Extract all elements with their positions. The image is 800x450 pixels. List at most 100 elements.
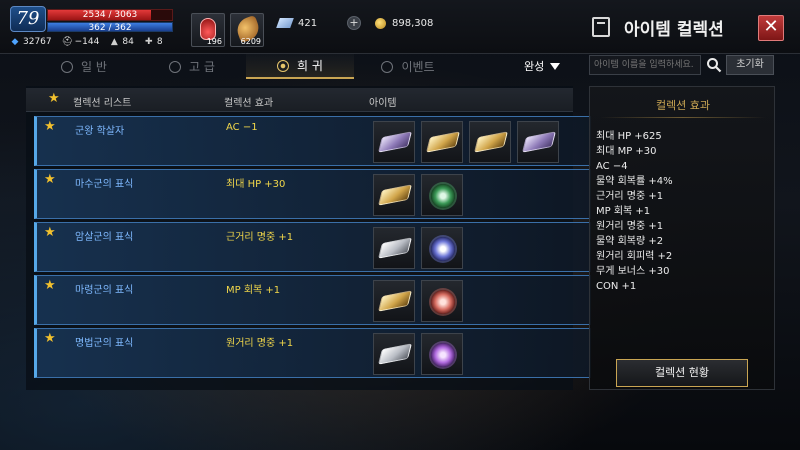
effect-item: CON +1 bbox=[596, 281, 637, 292]
reset-button[interactable]: 초기화 bbox=[726, 55, 774, 75]
sort-label: 완성 bbox=[524, 60, 545, 73]
item-slot[interactable] bbox=[421, 174, 463, 216]
medal-icon bbox=[277, 59, 290, 72]
gold-plate-icon bbox=[377, 184, 413, 206]
effect-list: 최대 HP +625 최대 MP +30 AC −4 물약 회복률 +4% 근거… bbox=[596, 129, 673, 294]
divider bbox=[600, 117, 766, 118]
stat-value: −144 bbox=[74, 37, 100, 47]
tab-event[interactable]: 이벤트 bbox=[354, 54, 462, 79]
item-slot[interactable] bbox=[373, 280, 415, 322]
item-slots bbox=[373, 121, 559, 163]
stat-gem: ◆ 32767 bbox=[10, 36, 52, 48]
favorite-star-icon[interactable]: ★ bbox=[44, 120, 56, 133]
stat-value: 32767 bbox=[23, 37, 52, 47]
collection-row[interactable]: ★ 암살군의 표식 근거리 명중 +1 bbox=[34, 222, 591, 272]
tab-advanced[interactable]: 고 급 bbox=[138, 54, 246, 79]
red-gear-icon bbox=[431, 290, 455, 314]
favorite-star-icon[interactable]: ★ bbox=[44, 226, 56, 239]
item-slot[interactable] bbox=[517, 121, 559, 163]
stat-value: 8 bbox=[156, 37, 163, 47]
gold-coin-icon bbox=[375, 17, 386, 29]
collection-effect-panel: 컬렉션 효과 최대 HP +625 최대 MP +30 AC −4 물약 회복률… bbox=[589, 86, 775, 390]
add-currency-button[interactable]: + bbox=[347, 16, 361, 30]
page-title: 아이템 컬렉션 bbox=[624, 19, 724, 40]
item-slot[interactable] bbox=[373, 121, 415, 163]
gold-plate-icon bbox=[377, 290, 413, 312]
quick-slot-potion[interactable]: 196 bbox=[191, 13, 225, 47]
item-slot[interactable] bbox=[421, 227, 463, 269]
mp-bar: 362 / 362 bbox=[47, 22, 173, 33]
stat-weight: ▲ 84 bbox=[109, 36, 134, 48]
collection-name: 마령군의 표식 bbox=[75, 285, 134, 296]
effect-item: 물약 회복률 +4% bbox=[596, 176, 673, 187]
collection-status-button[interactable]: 컬렉션 현황 bbox=[616, 359, 748, 387]
header-collection-list: 컬렉션 리스트 bbox=[73, 98, 132, 109]
collection-list-panel: ★ 컬렉션 리스트 컬렉션 효과 아이템 ★ 군왕 학살자 AC −1 ★ 마수… bbox=[26, 86, 591, 390]
favorite-star-icon[interactable]: ★ bbox=[44, 173, 56, 186]
quick-slot-scroll[interactable]: 6209 bbox=[230, 13, 264, 47]
collection-row[interactable]: ★ 군왕 학살자 AC −1 bbox=[34, 116, 591, 166]
gold-plate-icon bbox=[425, 131, 461, 153]
tab-label: 희 귀 bbox=[297, 59, 323, 73]
effect-item: AC −4 bbox=[596, 161, 628, 172]
item-slot[interactable] bbox=[373, 227, 415, 269]
item-slots bbox=[373, 333, 463, 375]
item-slot[interactable] bbox=[421, 280, 463, 322]
boots-icon: ▲ bbox=[110, 37, 118, 47]
diamond-currency: 421 bbox=[276, 16, 318, 30]
rarity-tabs: 일 반 고 급 희 귀 이벤트 bbox=[30, 54, 570, 79]
sort-dropdown[interactable]: 완성 bbox=[524, 58, 561, 74]
tab-rare[interactable]: 희 귀 bbox=[246, 54, 354, 79]
header-collection-effect: 컬렉션 효과 bbox=[224, 98, 274, 109]
silver-plate-icon bbox=[377, 237, 413, 259]
helmet-icon: ⛑ bbox=[61, 37, 74, 47]
favorite-star-icon[interactable]: ★ bbox=[44, 279, 56, 292]
list-header: ★ 컬렉션 리스트 컬렉션 효과 아이템 bbox=[26, 88, 573, 112]
collection-name: 마수군의 표식 bbox=[75, 179, 134, 190]
item-slot[interactable] bbox=[421, 333, 463, 375]
gold-amount: 898,308 bbox=[392, 17, 434, 29]
item-slot[interactable] bbox=[421, 121, 463, 163]
stat-value: 84 bbox=[122, 37, 134, 47]
player-stats: ◆ 32767 ⛑ −144 ▲ 84 ✚ 8 bbox=[10, 36, 163, 48]
blue-gear-icon bbox=[431, 237, 455, 261]
star-icon[interactable]: ★ bbox=[48, 92, 60, 105]
stat-cross: ✚ 8 bbox=[144, 36, 163, 48]
stat-armor: ⛑ −144 bbox=[62, 36, 100, 48]
title-area: 아이템 컬렉션 bbox=[592, 14, 724, 40]
item-slots bbox=[373, 280, 463, 322]
tab-normal[interactable]: 일 반 bbox=[30, 54, 138, 79]
diamond-amount: 421 bbox=[298, 17, 318, 29]
hp-text: 2534 / 3063 bbox=[82, 10, 138, 20]
cross-icon: ✚ bbox=[145, 37, 153, 47]
item-slot[interactable] bbox=[469, 121, 511, 163]
purple-plate-icon bbox=[521, 131, 557, 153]
medal-icon bbox=[61, 60, 74, 73]
collection-row[interactable]: ★ 마수군의 표식 최대 HP +30 bbox=[34, 169, 591, 219]
close-button[interactable]: ✕ bbox=[758, 15, 784, 41]
effect-item: 최대 HP +625 bbox=[596, 131, 662, 142]
purple-plate-icon bbox=[377, 131, 413, 153]
mp-text: 362 / 362 bbox=[88, 23, 132, 33]
collection-row[interactable]: ★ 마령군의 표식 MP 회복 +1 bbox=[34, 275, 591, 325]
tab-label: 이벤트 bbox=[401, 60, 435, 74]
gift-icon bbox=[381, 60, 394, 73]
diamond-icon bbox=[276, 18, 294, 28]
favorite-star-icon[interactable]: ★ bbox=[44, 332, 56, 345]
medal-icon bbox=[169, 60, 182, 73]
item-count: 6209 bbox=[240, 37, 261, 46]
silver-plate-icon bbox=[377, 343, 413, 365]
item-slot[interactable] bbox=[373, 174, 415, 216]
item-slot[interactable] bbox=[373, 333, 415, 375]
effect-item: 원거리 명중 +1 bbox=[596, 221, 664, 232]
effect-item: 원거리 회피력 +2 bbox=[596, 251, 673, 262]
item-slots bbox=[373, 174, 463, 216]
chevron-down-icon bbox=[550, 62, 561, 70]
violet-gear-icon bbox=[431, 343, 455, 367]
search-input[interactable] bbox=[589, 55, 701, 75]
collection-row[interactable]: ★ 명법군의 표식 원거리 명중 +1 bbox=[34, 328, 591, 378]
effect-item: 근거리 명중 +1 bbox=[596, 191, 664, 202]
search-icon[interactable] bbox=[706, 57, 722, 73]
gold-plate-icon bbox=[473, 131, 509, 153]
effect-item: MP 회복 +1 bbox=[596, 206, 651, 217]
